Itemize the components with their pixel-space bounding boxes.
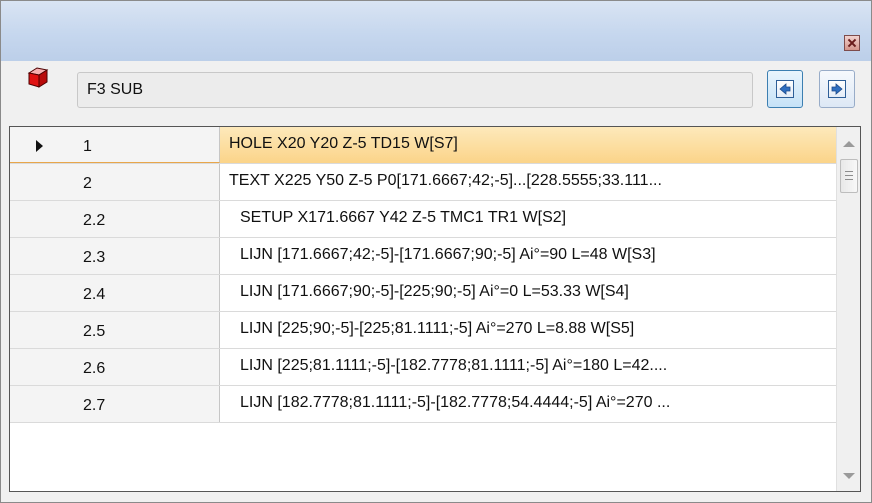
command-cell[interactable]: HOLE X20 Y20 Z-5 TD15 W[S7] xyxy=(220,127,845,163)
table-row[interactable]: 2.3 LIJN [171.6667;42;-5]-[171.6667;90;-5… xyxy=(10,238,836,275)
current-row-indicator-icon xyxy=(36,140,43,152)
command-cell[interactable]: LIJN [225;90;-5]-[225;81.1111;-5] Ai°=27… xyxy=(220,312,856,348)
next-button[interactable] xyxy=(819,70,855,108)
command-cell[interactable]: TEXT X225 Y50 Z-5 P0[171.6667;42;-5]...[… xyxy=(220,164,845,200)
table-row[interactable]: 2.4 LIJN [171.6667;90;-5]-[225;90;-5] Ai°… xyxy=(10,275,836,312)
table-row[interactable]: 2.5 LIJN [225;90;-5]-[225;81.1111;-5] Ai°… xyxy=(10,312,836,349)
command-cell[interactable]: SETUP X171.6667 Y42 Z-5 TMC1 TR1 W[S2] xyxy=(220,201,856,237)
program-grid[interactable]: 1 HOLE X20 Y20 Z-5 TD15 W[S7] 2 TEXT X225 Y… xyxy=(9,126,861,492)
close-icon[interactable] xyxy=(844,35,860,51)
command-cell[interactable]: LIJN [171.6667;42;-5]-[171.6667;90;-5] A… xyxy=(220,238,856,274)
command-cell[interactable]: LIJN [171.6667;90;-5]-[225;90;-5] Ai°=0 … xyxy=(220,275,856,311)
arrow-left-icon xyxy=(776,80,794,98)
table-row[interactable]: 2.6 LIJN [225;81.1111;-5]-[182.7778;81.11… xyxy=(10,349,836,386)
table-row[interactable]: 2.2 SETUP X171.6667 Y42 Z-5 TMC1 TR1 W[S2… xyxy=(10,201,836,238)
scroll-down-icon[interactable] xyxy=(843,473,855,479)
row-number-cell[interactable]: 2.4 xyxy=(10,275,220,311)
title-bar xyxy=(1,1,871,61)
row-number-cell[interactable]: 2.6 xyxy=(10,349,220,385)
previous-button[interactable] xyxy=(767,70,803,108)
command-cell[interactable]: LIJN [225;81.1111;-5]-[182.7778;81.1111;… xyxy=(220,349,856,385)
cube-icon xyxy=(27,67,49,88)
scroll-thumb[interactable] xyxy=(840,159,858,193)
arrow-right-icon xyxy=(828,80,846,98)
scroll-up-icon[interactable] xyxy=(843,141,855,147)
row-number-cell[interactable]: 2.3 xyxy=(10,238,220,274)
row-number-cell[interactable]: 2.5 xyxy=(10,312,220,348)
command-cell[interactable]: LIJN [182.7778;81.1111;-5]-[182.7778;54.… xyxy=(220,386,856,422)
subroutine-name-field[interactable]: F3 SUB xyxy=(77,72,753,108)
table-row[interactable]: 2 TEXT X225 Y50 Z-5 P0[171.6667;42;-5]...… xyxy=(10,164,836,201)
dialog-window: F3 SUB 1 HOLE X20 Y20 Z-5 TD15 W[S7] 2 TEXT… xyxy=(0,0,872,503)
row-number-cell[interactable]: 2.2 xyxy=(10,201,220,237)
table-row[interactable]: 2.7 LIJN [182.7778;81.1111;-5]-[182.7778;… xyxy=(10,386,836,423)
vertical-scrollbar[interactable] xyxy=(836,127,860,491)
row-number-cell[interactable]: 2 xyxy=(10,164,220,200)
table-row[interactable]: 1 HOLE X20 Y20 Z-5 TD15 W[S7] xyxy=(10,127,845,164)
row-number-cell[interactable]: 2.7 xyxy=(10,386,220,422)
